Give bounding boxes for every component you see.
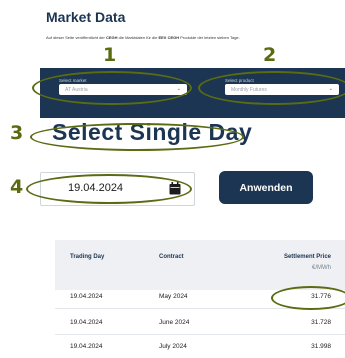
annotation-ring-market bbox=[32, 71, 192, 105]
annotation-ring-product bbox=[198, 71, 345, 105]
annotation-ring-price bbox=[271, 286, 345, 310]
annotation-number-3: 3 bbox=[10, 122, 24, 144]
cell-trading-day: 19.04.2024 bbox=[70, 293, 103, 300]
annotation-ring-date bbox=[26, 174, 192, 204]
cell-trading-day: 19.04.2024 bbox=[70, 319, 103, 326]
intro-text: Auf dieser Seite veröffentlicht der CEGH… bbox=[46, 35, 240, 40]
cell-settlement-price: 31.998 bbox=[311, 343, 331, 350]
column-header-unit: €/MWh bbox=[311, 265, 331, 271]
cell-contract: May 2024 bbox=[159, 293, 188, 300]
annotation-number-1: 1 bbox=[103, 44, 117, 66]
table-row: 19.04.2024 June 2024 31.728 bbox=[55, 312, 345, 335]
cell-settlement-price: 31.728 bbox=[311, 319, 331, 326]
annotation-ring-heading bbox=[30, 123, 244, 151]
annotation-number-2: 2 bbox=[263, 44, 277, 66]
cell-contract: July 2024 bbox=[159, 343, 187, 350]
column-header-contract: Contract bbox=[159, 254, 184, 260]
table-row: 19.04.2024 July 2024 31.998 bbox=[55, 336, 345, 358]
column-header-trading-day: Trading Day bbox=[70, 254, 105, 260]
cell-trading-day: 19.04.2024 bbox=[70, 343, 103, 350]
page-title: Market Data bbox=[46, 9, 126, 25]
table-header: Trading Day Contract Settlement Price €/… bbox=[55, 240, 345, 290]
annotation-number-4: 4 bbox=[10, 176, 24, 198]
cell-contract: June 2024 bbox=[159, 319, 190, 326]
column-header-settlement-price: Settlement Price bbox=[283, 254, 331, 260]
apply-button[interactable]: Anwenden bbox=[219, 171, 313, 204]
